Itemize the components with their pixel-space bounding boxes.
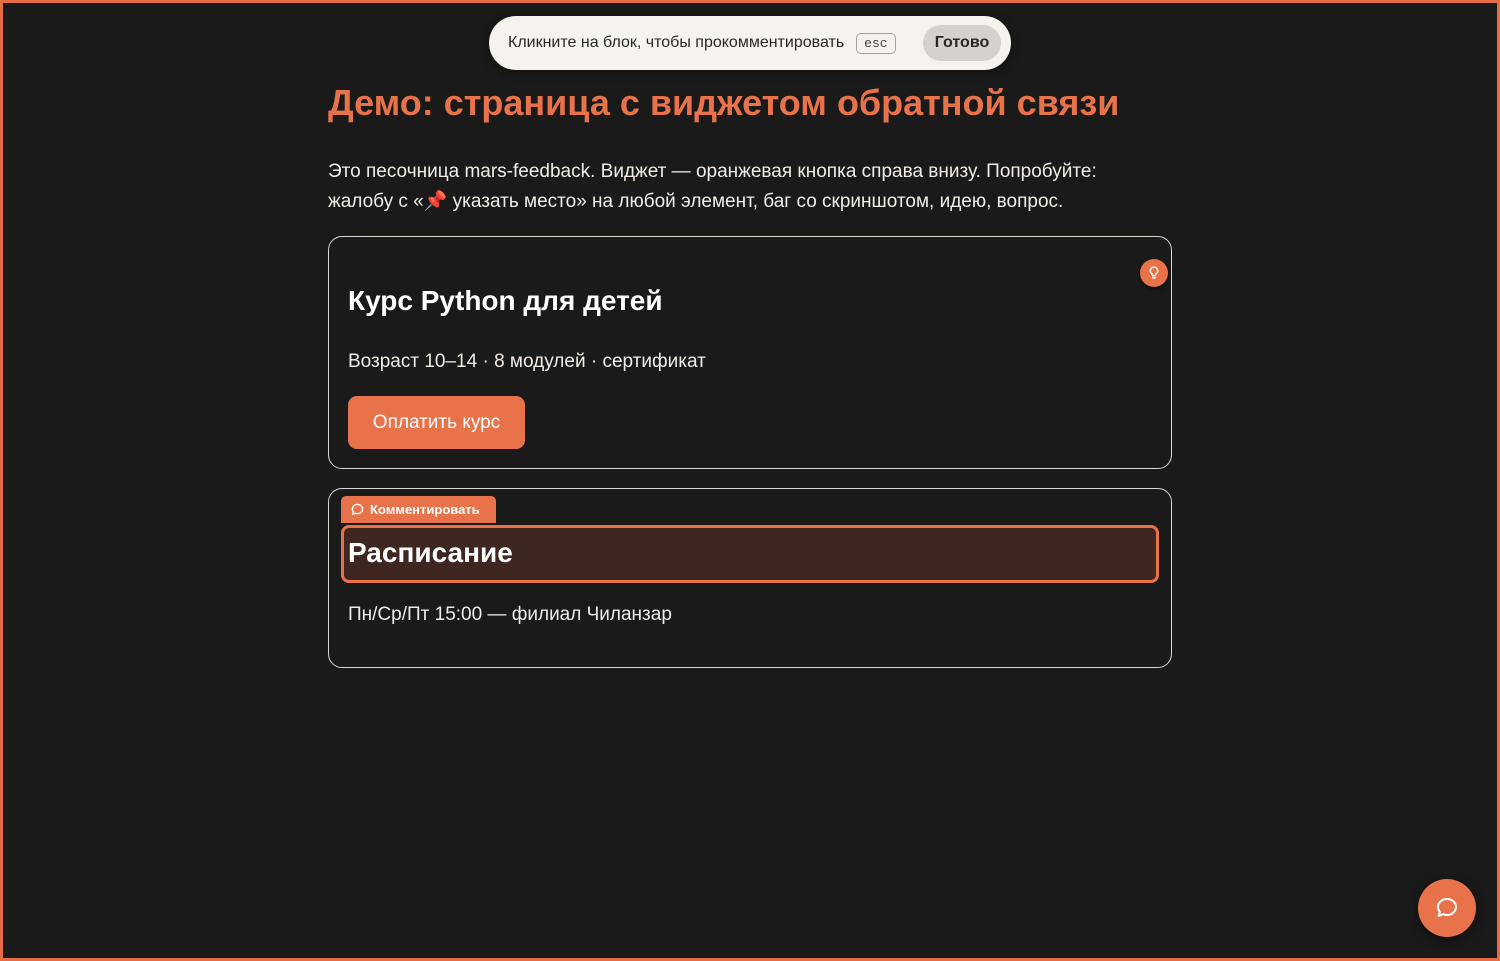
comment-mode-bar: Кликните на блок, чтобы прокомментироват… — [489, 16, 1011, 70]
page-title: Демо: страница с виджетом обратной связи — [328, 82, 1120, 123]
pushpin-icon: 📌 — [423, 191, 448, 212]
pay-course-button[interactable]: Оплатить курс — [348, 396, 525, 449]
feedback-widget-button[interactable] — [1418, 879, 1476, 937]
chat-bubble-icon — [1437, 898, 1457, 917]
comment-icon — [351, 503, 364, 516]
course-meta: Возраст 10–14 · 8 модулей · сертификат — [348, 351, 706, 372]
done-button[interactable]: Готово — [923, 25, 1001, 61]
schedule-card[interactable]: Комментировать Расписание Пн/Ср/Пт 15:00… — [328, 488, 1172, 668]
comment-mode-instruction: Кликните на блок, чтобы прокомментироват… — [508, 34, 845, 51]
comment-tag-label: Комментировать — [370, 502, 480, 517]
comment-mode-frame — [0, 0, 1500, 961]
schedule-text: Пн/Ср/Пт 15:00 — филиал Чиланзар — [348, 604, 672, 625]
lightbulb-icon[interactable] — [1140, 259, 1168, 287]
course-card[interactable]: Курс Python для детей Возраст 10–14 · 8 … — [328, 236, 1172, 469]
course-title: Курс Python для детей — [348, 285, 663, 316]
intro-paragraph: Это песочница mars-feedback. Виджет — ор… — [328, 157, 1148, 217]
schedule-title: Расписание — [348, 537, 513, 568]
comment-block-tag[interactable]: Комментировать — [341, 496, 496, 523]
esc-key-hint: esc — [856, 32, 896, 54]
intro-text-end: указать место» на любой элемент, баг со … — [447, 191, 1064, 212]
